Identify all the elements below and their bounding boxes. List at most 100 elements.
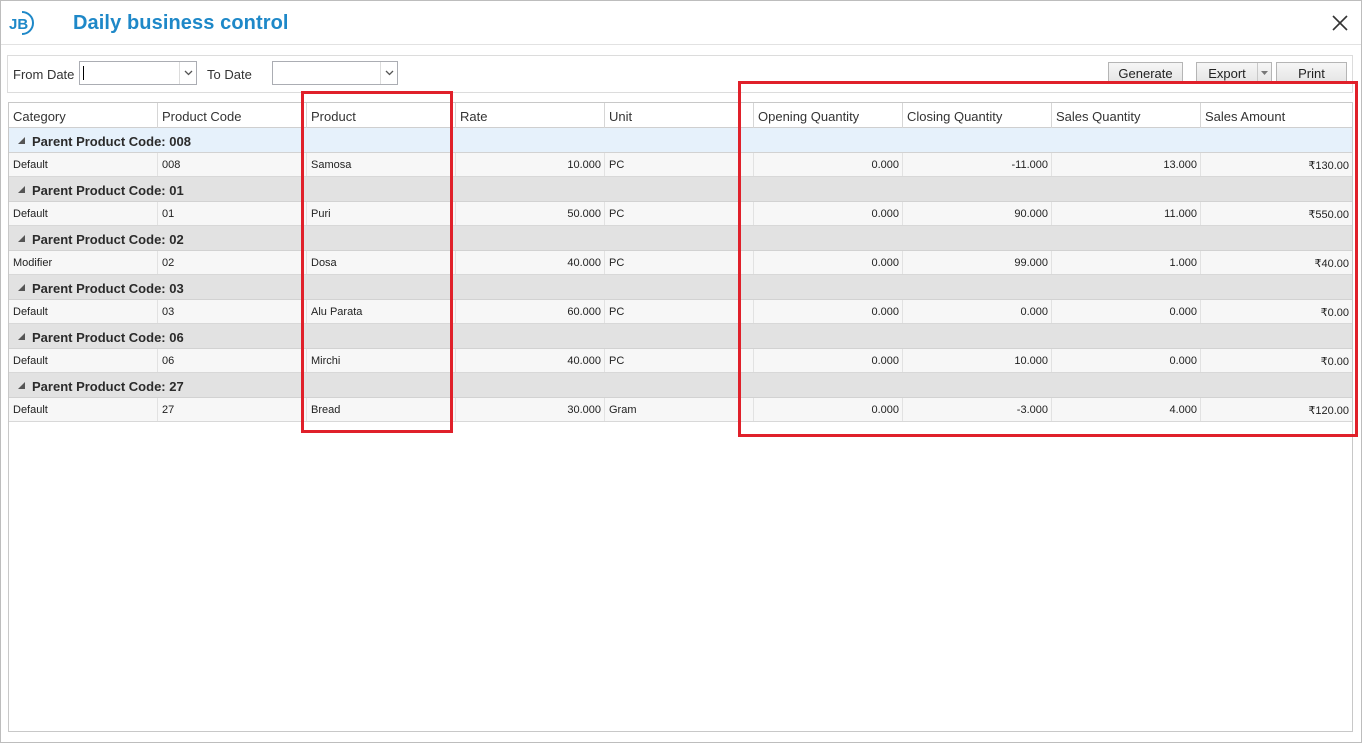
cell-sales-quantity: 13.000	[1052, 153, 1201, 176]
generate-button[interactable]: Generate	[1108, 62, 1183, 84]
chevron-down-icon[interactable]	[179, 62, 196, 84]
cell-sales-quantity: 4.000	[1052, 398, 1201, 421]
cell-rate: 50.000	[456, 202, 605, 225]
collapse-triangle-icon[interactable]	[18, 333, 25, 340]
cell-unit: Gram	[605, 398, 754, 421]
column-header-opening-quantity[interactable]: Opening Quantity	[754, 103, 903, 128]
export-split-button: Export	[1196, 62, 1272, 84]
cell-opening-quantity: 0.000	[754, 398, 903, 421]
cell-sales-amount: ₹40.00	[1314, 258, 1349, 270]
table-row[interactable]: Default 008 Samosa 10.000 PC 0.000 -11.0…	[9, 153, 1352, 177]
window-title: Daily business control	[73, 12, 289, 34]
column-header-rate[interactable]: Rate	[456, 103, 605, 128]
export-dropdown-arrow-icon[interactable]	[1257, 63, 1271, 83]
to-date-picker[interactable]	[272, 61, 398, 85]
column-header-closing-quantity[interactable]: Closing Quantity	[903, 103, 1052, 128]
cell-rate: 30.000	[456, 398, 605, 421]
collapse-triangle-icon[interactable]	[18, 235, 25, 242]
column-header-unit[interactable]: Unit	[605, 103, 754, 128]
column-header-sales-quantity[interactable]: Sales Quantity	[1052, 103, 1201, 128]
table-row[interactable]: Default 27 Bread 30.000 Gram 0.000 -3.00…	[9, 398, 1352, 422]
text-caret	[83, 66, 84, 80]
cell-product-code: 02	[158, 251, 307, 274]
export-button[interactable]: Export	[1197, 63, 1257, 83]
cell-opening-quantity: 0.000	[754, 251, 903, 274]
cell-unit: PC	[605, 300, 754, 323]
cell-opening-quantity: 0.000	[754, 153, 903, 176]
cell-opening-quantity: 0.000	[754, 202, 903, 225]
collapse-triangle-icon[interactable]	[18, 284, 25, 291]
report-grid: Category Product Code Product Rate Unit …	[8, 102, 1353, 732]
close-icon[interactable]	[1327, 10, 1353, 36]
cell-sales-quantity: 0.000	[1052, 349, 1201, 372]
table-row[interactable]: Default 06 Mirchi 40.000 PC 0.000 10.000…	[9, 349, 1352, 373]
cell-unit: PC	[605, 153, 754, 176]
cell-category: Default	[9, 349, 158, 372]
filter-toolbar: From Date To Date Generate Export Print	[7, 55, 1353, 93]
collapse-triangle-icon[interactable]	[18, 137, 25, 144]
cell-category: Default	[9, 153, 158, 176]
group-row[interactable]: Parent Product Code: 03	[9, 275, 1352, 300]
cell-product-code: 008	[158, 153, 307, 176]
cell-product: Alu Parata	[307, 300, 456, 323]
app-window: JB Daily business control From Date To D…	[0, 0, 1362, 743]
group-label: Parent Product Code: 27	[32, 379, 184, 394]
group-row[interactable]: Parent Product Code: 27	[9, 373, 1352, 398]
cell-sales-quantity: 0.000	[1052, 300, 1201, 323]
cell-unit: PC	[605, 202, 754, 225]
cell-category: Default	[9, 202, 158, 225]
group-row[interactable]: Parent Product Code: 008	[9, 128, 1352, 153]
cell-rate: 40.000	[456, 349, 605, 372]
cell-unit: PC	[605, 349, 754, 372]
group-row[interactable]: Parent Product Code: 02	[9, 226, 1352, 251]
cell-closing-quantity: 0.000	[903, 300, 1052, 323]
cell-product: Bread	[307, 398, 456, 421]
column-header-product[interactable]: Product	[307, 103, 456, 128]
cell-closing-quantity: 10.000	[903, 349, 1052, 372]
cell-unit: PC	[605, 251, 754, 274]
cell-rate: 60.000	[456, 300, 605, 323]
cell-product: Samosa	[307, 153, 456, 176]
cell-product-code: 27	[158, 398, 307, 421]
cell-product: Puri	[307, 202, 456, 225]
cell-closing-quantity: 90.000	[903, 202, 1052, 225]
cell-product-code: 06	[158, 349, 307, 372]
from-date-picker[interactable]	[79, 61, 197, 85]
grid-header: Category Product Code Product Rate Unit …	[9, 103, 1352, 128]
cell-opening-quantity: 0.000	[754, 349, 903, 372]
group-label: Parent Product Code: 008	[32, 134, 191, 149]
cell-sales-quantity: 11.000	[1052, 202, 1201, 225]
cell-sales-amount: ₹0.00	[1320, 356, 1349, 368]
cell-closing-quantity: 99.000	[903, 251, 1052, 274]
table-row[interactable]: Modifier 02 Dosa 40.000 PC 0.000 99.000 …	[9, 251, 1352, 275]
group-row[interactable]: Parent Product Code: 01	[9, 177, 1352, 202]
print-button[interactable]: Print	[1276, 62, 1347, 84]
group-label: Parent Product Code: 01	[32, 183, 184, 198]
cell-category: Default	[9, 398, 158, 421]
cell-sales-amount: ₹550.00	[1308, 209, 1349, 221]
group-label: Parent Product Code: 06	[32, 330, 184, 345]
svg-text:JB: JB	[9, 16, 28, 33]
cell-product: Mirchi	[307, 349, 456, 372]
column-header-sales-amount[interactable]: Sales Amount	[1201, 103, 1352, 128]
cell-product-code: 03	[158, 300, 307, 323]
cell-rate: 40.000	[456, 251, 605, 274]
cell-rate: 10.000	[456, 153, 605, 176]
table-row[interactable]: Default 03 Alu Parata 60.000 PC 0.000 0.…	[9, 300, 1352, 324]
title-bar: JB Daily business control	[1, 1, 1361, 45]
table-row[interactable]: Default 01 Puri 50.000 PC 0.000 90.000 1…	[9, 202, 1352, 226]
cell-category: Default	[9, 300, 158, 323]
column-header-category[interactable]: Category	[9, 103, 158, 128]
cell-product: Dosa	[307, 251, 456, 274]
cell-closing-quantity: -3.000	[903, 398, 1052, 421]
cell-closing-quantity: -11.000	[903, 153, 1052, 176]
cell-opening-quantity: 0.000	[754, 300, 903, 323]
collapse-triangle-icon[interactable]	[18, 186, 25, 193]
cell-product-code: 01	[158, 202, 307, 225]
column-header-product-code[interactable]: Product Code	[158, 103, 307, 128]
collapse-triangle-icon[interactable]	[18, 382, 25, 389]
cell-category: Modifier	[9, 251, 158, 274]
group-row[interactable]: Parent Product Code: 06	[9, 324, 1352, 349]
chevron-down-icon[interactable]	[380, 62, 397, 84]
cell-sales-amount: ₹130.00	[1308, 160, 1349, 172]
